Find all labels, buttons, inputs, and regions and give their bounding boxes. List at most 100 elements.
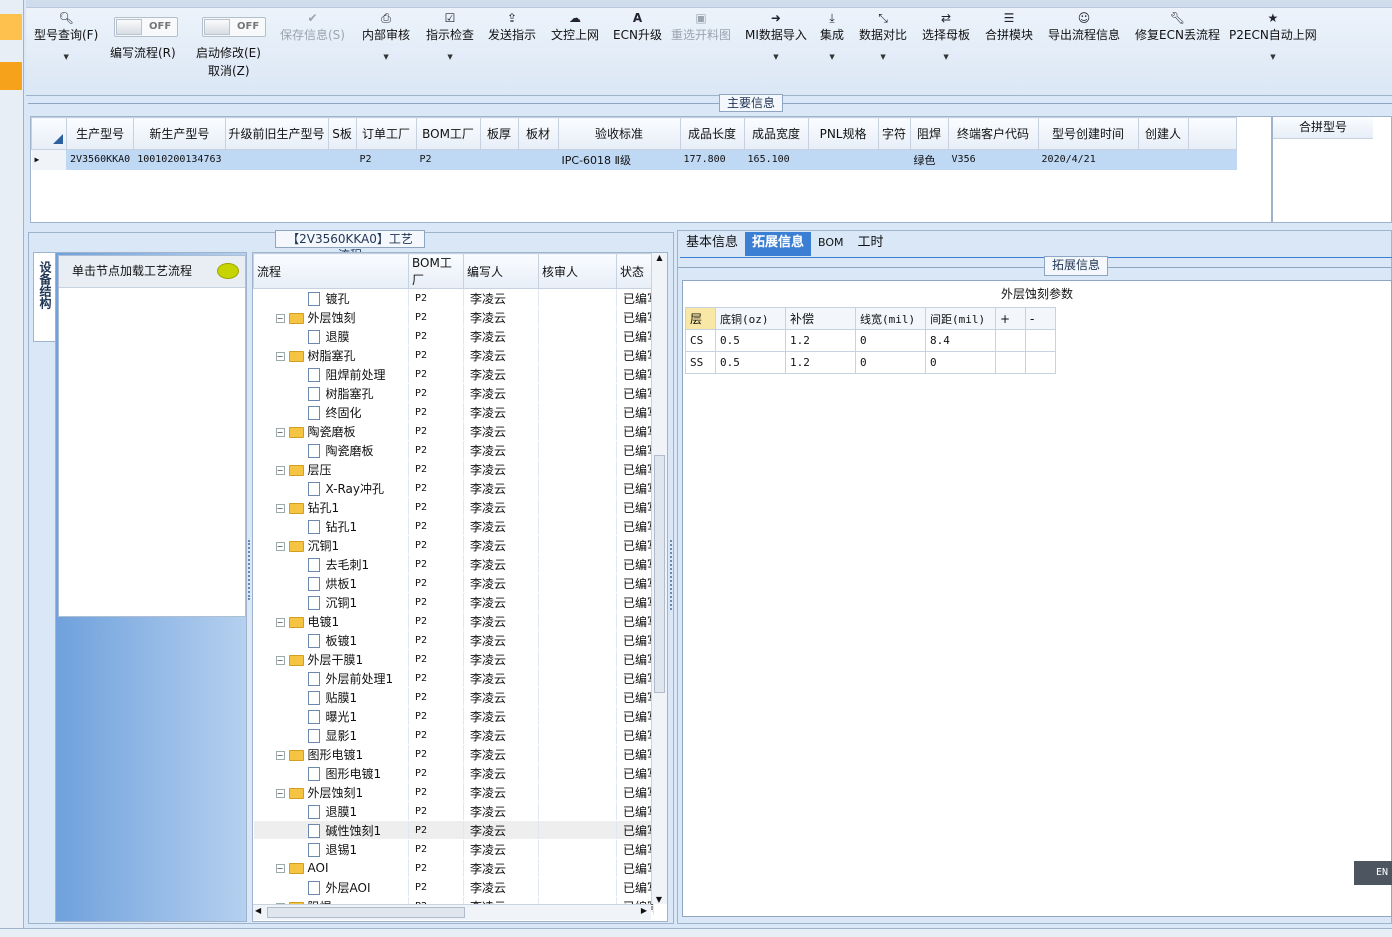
col-reviewer[interactable]: 核审人 (538, 253, 617, 289)
cell-base-copper[interactable]: 0.5 (715, 351, 786, 374)
save-info-button[interactable]: ✔ 保存信息(S) (280, 10, 345, 43)
flow-row[interactable]: 阻焊前处理 P2李凌云 已编写 (253, 364, 654, 384)
chevron-down-icon[interactable]: ▼ (34, 53, 98, 61)
flow-row[interactable]: − 钻孔1 P2李凌云 已编写 (253, 497, 654, 517)
mi-data-import-button[interactable]: ➜ MI数据导入 ▼ (745, 10, 807, 61)
scroll-right-icon[interactable]: ▶ (641, 906, 647, 915)
instruction-check-button[interactable]: ☑ 指示检查 ▼ (426, 10, 474, 61)
chevron-down-icon[interactable]: ▼ (745, 53, 807, 61)
flow-node[interactable]: − 陶瓷磨板 (253, 421, 409, 441)
col-flow[interactable]: 流程 (253, 253, 409, 289)
flow-node[interactable]: − 电镀1 (253, 611, 409, 631)
collapse-icon[interactable]: − (275, 541, 285, 551)
export-flow-info-button[interactable]: ☺ 导出流程信息 (1048, 10, 1120, 43)
flow-row[interactable]: − 层压 P2李凌云 已编写 (253, 459, 654, 479)
chevron-down-icon[interactable]: ▼ (922, 53, 970, 61)
scroll-left-icon[interactable]: ◀ (255, 906, 261, 915)
flow-horizontal-scrollbar[interactable]: ◀ ▶ (253, 904, 651, 920)
flow-row[interactable]: 镀孔 P2李凌云 已编写 (253, 288, 654, 308)
doc-control-online-button[interactable]: ☁ 文控上网 (551, 10, 599, 43)
cell-empty[interactable] (995, 351, 1026, 374)
main-info-col-6[interactable]: 板厚 (479, 117, 519, 150)
main-info-col-14[interactable]: 终端客户代码 (947, 117, 1039, 150)
cell-line-width[interactable]: 0 (855, 351, 926, 374)
collapse-icon[interactable]: − (275, 351, 285, 361)
main-info-cell-16[interactable] (1138, 149, 1189, 170)
cell-compensation[interactable]: 1.2 (785, 351, 856, 374)
flow-row[interactable]: 外层AOI P2李凌云 已编写 (253, 877, 654, 897)
cell-line-width[interactable]: 0 (855, 329, 926, 352)
main-info-cell-11[interactable] (808, 149, 879, 170)
flow-node[interactable]: 板镀1 (253, 630, 409, 650)
flow-row[interactable]: 碱性蚀刻1 P2李凌云 已编写 (253, 820, 654, 840)
cell-empty[interactable] (1025, 329, 1056, 352)
dock-tab-2[interactable] (0, 62, 22, 90)
main-info-cell-12[interactable] (878, 149, 911, 170)
collapse-icon[interactable]: − (275, 503, 285, 513)
repair-ecn-flow-button[interactable]: 🔧︎ 修复ECN丢流程 (1135, 10, 1220, 43)
cancel-modify-label[interactable]: 取消(Z) (208, 62, 250, 79)
collapse-icon[interactable]: − (275, 655, 285, 665)
flow-row[interactable]: 显影1 P2李凌云 已编写 (253, 725, 654, 745)
flow-row[interactable]: − 电镀1 P2李凌云 已编写 (253, 611, 654, 631)
p2ecn-auto-online-button[interactable]: ★ P2ECN自动上网 ▼ (1229, 10, 1317, 61)
main-info-cell-6[interactable] (480, 149, 519, 170)
main-info-cell-8[interactable]: IPC-6018 Ⅱ级 (558, 149, 681, 170)
main-info-cell-13[interactable]: 绿色 (910, 149, 949, 170)
flow-row[interactable]: 贴膜1 P2李凌云 已编写 (253, 687, 654, 707)
collapse-icon[interactable]: − (275, 465, 285, 475)
write-flow-toggle[interactable]: OFF (114, 17, 178, 37)
flow-node[interactable]: − 树脂塞孔 (253, 345, 409, 365)
data-compare-button[interactable]: ⤡ 数据对比 ▼ (859, 10, 907, 61)
flow-node[interactable]: 碱性蚀刻1 (253, 820, 409, 840)
main-info-col-9[interactable]: 成品长度 (679, 117, 745, 150)
main-info-col-4[interactable]: 订单工厂 (355, 117, 417, 150)
add-column-button[interactable]: + (995, 307, 1026, 330)
main-info-col-12[interactable]: 字符 (877, 117, 911, 150)
flow-node[interactable]: − 图形电镀1 (253, 744, 409, 764)
tab-basic-info[interactable]: 基本信息 (679, 232, 745, 256)
table-row[interactable]: SS 0.5 1.2 0 0 (685, 351, 1056, 374)
flow-node[interactable]: − 钻孔1 (253, 497, 409, 517)
flow-row[interactable]: 去毛刺1 P2李凌云 已编写 (253, 554, 654, 574)
flow-node[interactable]: 贴膜1 (253, 687, 409, 707)
main-info-col-8[interactable]: 验收标准 (557, 117, 681, 150)
main-info-cell-10[interactable]: 165.100 (744, 149, 809, 170)
flow-row[interactable]: 图形电镀1 P2李凌云 已编写 (253, 763, 654, 783)
flow-node[interactable]: 陶瓷磨板 (253, 440, 409, 460)
main-info-col-1[interactable]: 新生产型号 (133, 117, 226, 150)
flow-node[interactable]: 去毛刺1 (253, 554, 409, 574)
start-modify-toggle[interactable]: OFF (202, 17, 266, 37)
flow-node[interactable]: 图形电镀1 (253, 763, 409, 783)
flow-row[interactable]: − 陶瓷磨板 P2李凌云 已编写 (253, 421, 654, 441)
cell-spacing[interactable]: 8.4 (925, 329, 996, 352)
collapse-icon[interactable]: − (275, 313, 285, 323)
collapse-icon[interactable]: − (275, 617, 285, 627)
ime-language-badge[interactable]: EN (1354, 861, 1392, 885)
main-info-col-16[interactable]: 创建人 (1137, 117, 1189, 150)
flow-node[interactable]: 退膜 (253, 326, 409, 346)
flow-row[interactable]: 陶瓷磨板 P2李凌云 已编写 (253, 440, 654, 460)
main-info-cell-9[interactable]: 177.800 (680, 149, 745, 170)
main-info-col-0[interactable]: 生产型号 (65, 117, 135, 150)
flow-row[interactable]: 板镀1 P2李凌云 已编写 (253, 630, 654, 650)
scroll-up-icon[interactable]: ▲ (652, 253, 667, 262)
col-bom-factory[interactable]: BOM工厂 (408, 253, 464, 289)
cell-layer[interactable]: CS (685, 329, 716, 352)
flow-node[interactable]: − 外层蚀刻 (253, 307, 409, 327)
tab-work-hours[interactable]: 工时 (851, 232, 891, 256)
flow-node[interactable]: − 外层蚀刻1 (253, 782, 409, 802)
merge-module-button[interactable]: ☰ 合拼模块 (985, 10, 1033, 43)
table-row[interactable]: ▶ 2V3560KKA0 10010200134763 P2 P2 IPC-6018 Ⅱ… (31, 149, 1237, 170)
cell-base-copper[interactable]: 0.5 (715, 329, 786, 352)
flow-node[interactable]: 阻焊前处理 (253, 364, 409, 384)
flow-node[interactable]: − AOI (253, 858, 409, 878)
model-query-button[interactable]: 🔍︎ 型号查询(F) ▼ (34, 10, 98, 61)
cell-spacing[interactable]: 0 (925, 351, 996, 374)
cell-empty[interactable] (995, 329, 1026, 352)
flow-node[interactable]: 显影1 (253, 725, 409, 745)
integrate-button[interactable]: ⤓ 集成 ▼ (820, 10, 844, 61)
flow-node[interactable]: 终固化 (253, 402, 409, 422)
chevron-down-icon[interactable]: ▼ (362, 53, 410, 61)
flow-row[interactable]: 退膜 P2李凌云 已编写 (253, 326, 654, 346)
